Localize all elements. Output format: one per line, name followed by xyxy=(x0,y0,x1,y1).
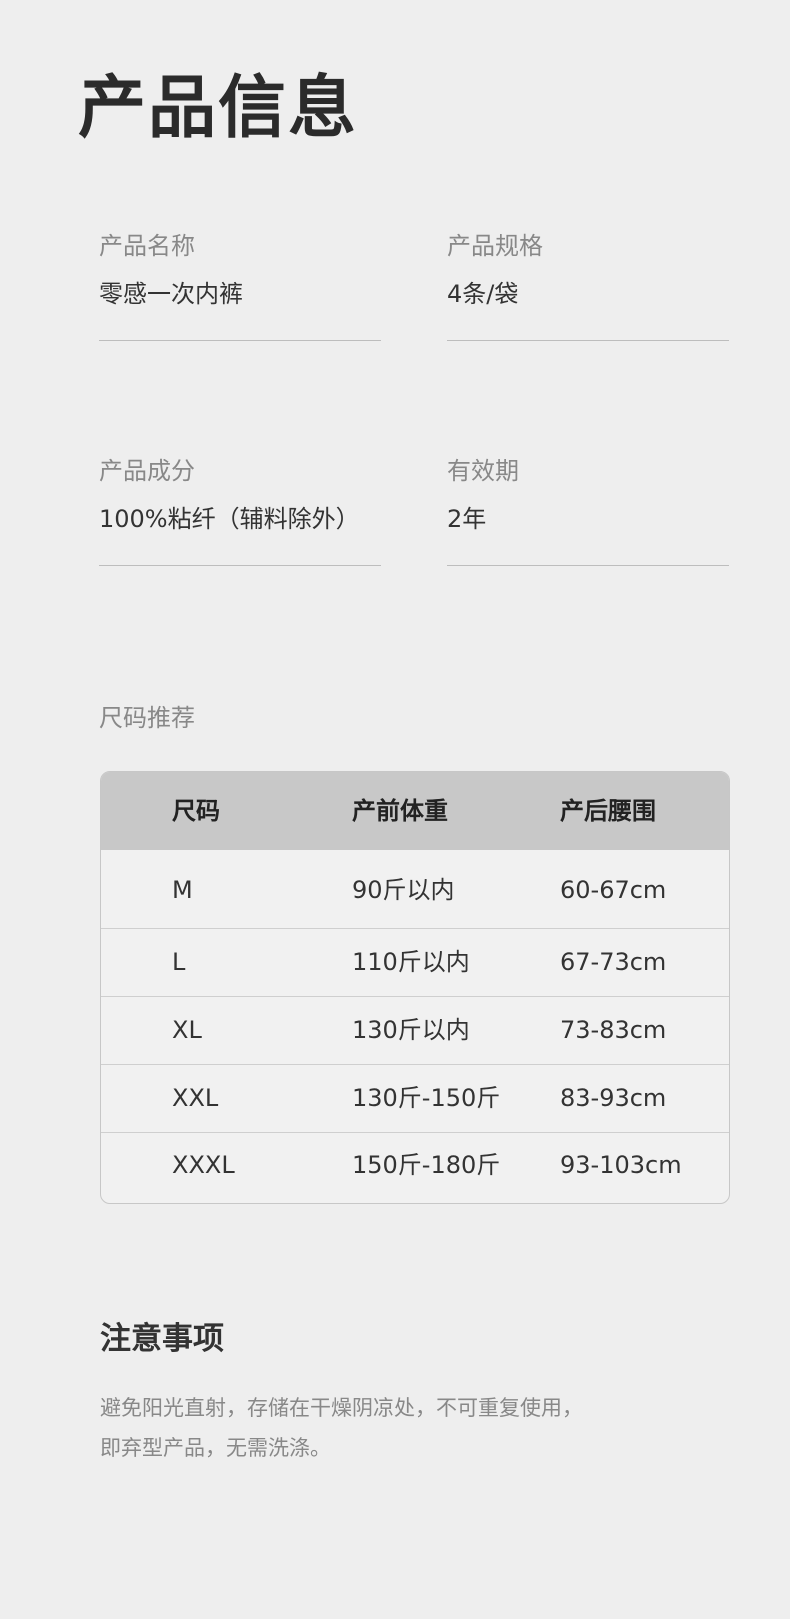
cell-waist: 73-83cm xyxy=(560,1016,667,1044)
cell-waist: 83-93cm xyxy=(560,1084,667,1112)
cell-weight: 150斤-180斤 xyxy=(352,1151,501,1179)
cell-size: XXXL xyxy=(172,1151,235,1179)
cell-size: XXL xyxy=(172,1084,219,1112)
cell-size: XL xyxy=(172,1016,202,1044)
table-header-row: 尺码 产前体重 产后腰围 xyxy=(101,772,729,850)
info-value: 4条/袋 xyxy=(447,280,519,308)
notice-line: 避免阳光直射，存储在干燥阴凉处，不可重复使用， xyxy=(100,1396,583,1420)
info-product-spec: 产品规格 4条/袋 xyxy=(447,230,729,341)
info-product-composition: 产品成分 100%粘纤（辅料除外） xyxy=(99,455,381,566)
info-label: 产品成分 xyxy=(99,457,195,485)
cell-waist: 67-73cm xyxy=(560,948,667,976)
cell-waist: 60-67cm xyxy=(560,876,667,904)
divider xyxy=(447,565,729,566)
info-value: 零感一次内裤 xyxy=(99,280,243,308)
cell-weight: 130斤以内 xyxy=(352,1016,470,1044)
info-label: 产品名称 xyxy=(99,232,195,260)
cell-weight: 110斤以内 xyxy=(352,948,470,976)
table-row: XXXL 150斤-180斤 93-103cm xyxy=(101,1133,729,1203)
cell-size: L xyxy=(172,948,186,976)
table-row: L 110斤以内 67-73cm xyxy=(101,929,729,997)
header-prenatal-weight: 产前体重 xyxy=(352,797,448,825)
info-value: 100%粘纤（辅料除外） xyxy=(99,505,360,533)
size-section-label: 尺码推荐 xyxy=(99,704,195,732)
info-label: 产品规格 xyxy=(447,232,543,260)
table-row: XXL 130斤-150斤 83-93cm xyxy=(101,1065,729,1133)
divider xyxy=(99,340,381,341)
cell-waist: 93-103cm xyxy=(560,1151,682,1179)
table-row: XL 130斤以内 73-83cm xyxy=(101,997,729,1065)
notice-line: 即弃型产品，无需洗涤。 xyxy=(100,1436,331,1460)
info-validity: 有效期 2年 xyxy=(447,455,729,566)
cell-weight: 90斤以内 xyxy=(352,876,455,904)
header-size: 尺码 xyxy=(172,797,220,825)
notice-text: 避免阳光直射，存储在干燥阴凉处，不可重复使用， 即弃型产品，无需洗涤。 xyxy=(100,1388,740,1468)
size-table: 尺码 产前体重 产后腰围 M 90斤以内 60-67cm L 110斤以内 67… xyxy=(100,771,730,1204)
info-label: 有效期 xyxy=(447,457,519,485)
notice-title: 注意事项 xyxy=(100,1321,224,1357)
cell-weight: 130斤-150斤 xyxy=(352,1084,501,1112)
divider xyxy=(447,340,729,341)
info-product-name: 产品名称 零感一次内裤 xyxy=(99,230,381,341)
table-row: M 90斤以内 60-67cm xyxy=(101,850,729,929)
page-title: 产品信息 xyxy=(78,69,359,148)
header-postnatal-waist: 产后腰围 xyxy=(560,797,656,825)
divider xyxy=(99,565,381,566)
info-value: 2年 xyxy=(447,505,487,533)
cell-size: M xyxy=(172,876,193,904)
